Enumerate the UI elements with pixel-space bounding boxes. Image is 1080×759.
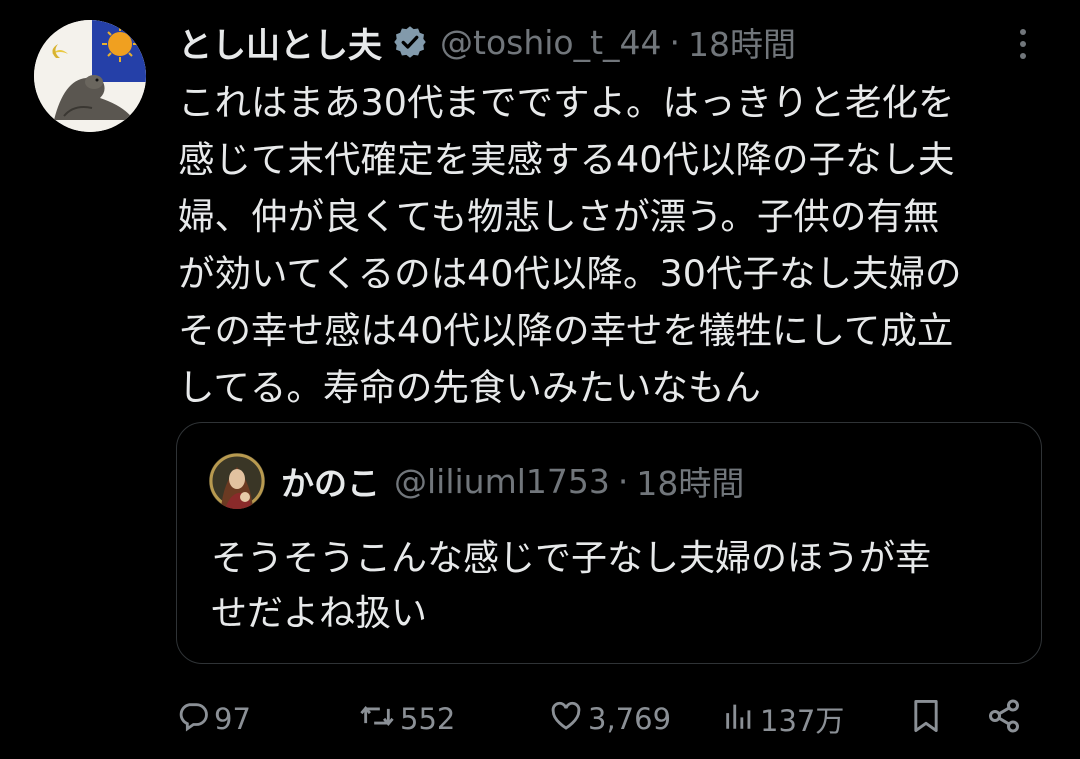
quoted-author-display-name[interactable]: かのこ [281, 457, 380, 505]
retweet-count: 552 [400, 702, 456, 736]
quoted-author-handle[interactable]: @liliuml1753 [394, 462, 610, 501]
author-handle[interactable]: @toshio_t_44 [440, 23, 662, 62]
author-avatar[interactable] [34, 20, 146, 132]
more-vertical-icon[interactable] [1012, 24, 1034, 64]
tweet-timestamp[interactable]: 18時間 [688, 18, 796, 66]
retweet-icon [358, 699, 396, 740]
bookmark-icon [910, 698, 942, 741]
quoted-tweet-header: かのこ @liliuml1753 · 18時間 [281, 453, 744, 509]
like-count: 3,769 [588, 702, 672, 736]
tweet-text: これはまあ30代までですよ。はっきりと老化を 感じて末代確定を実感する40代以降… [178, 81, 962, 409]
views-count: 137万 [760, 704, 845, 738]
verified-badge-icon[interactable] [392, 24, 428, 60]
share-icon [986, 698, 1022, 741]
tweet[interactable]: とし山とし夫 @toshio_t_44 · 18時間 これはまあ30代までですよ… [0, 0, 1080, 759]
author-display-name[interactable]: とし山とし夫 [178, 18, 382, 67]
bookmark-button[interactable] [910, 694, 942, 744]
views-button[interactable]: 137万 [722, 694, 844, 744]
quoted-tweet-text: そうそうこんな感じで子なし夫婦のほうが幸 せだよね扱い [211, 538, 932, 634]
quoted-tweet-timestamp[interactable]: 18時間 [636, 457, 744, 505]
share-button[interactable] [986, 694, 1022, 744]
quoted-author-avatar[interactable] [209, 453, 265, 509]
views-icon [722, 699, 756, 740]
reply-button[interactable]: 97 [176, 694, 251, 744]
reply-icon [176, 699, 210, 740]
like-button[interactable]: 3,769 [548, 694, 671, 744]
quoted-tweet[interactable]: かのこ @liliuml1753 · 18時間 そうそうこんな感じで子なし夫婦の… [176, 422, 1042, 664]
header-separator: · [669, 22, 681, 62]
quoted-header-separator: · [617, 461, 629, 501]
retweet-button[interactable]: 552 [358, 694, 455, 744]
reply-count: 97 [214, 702, 251, 736]
like-icon [548, 699, 584, 740]
tweet-header: とし山とし夫 @toshio_t_44 · 18時間 [178, 18, 796, 66]
action-bar: 97 552 3,769 137万 [0, 694, 1080, 744]
